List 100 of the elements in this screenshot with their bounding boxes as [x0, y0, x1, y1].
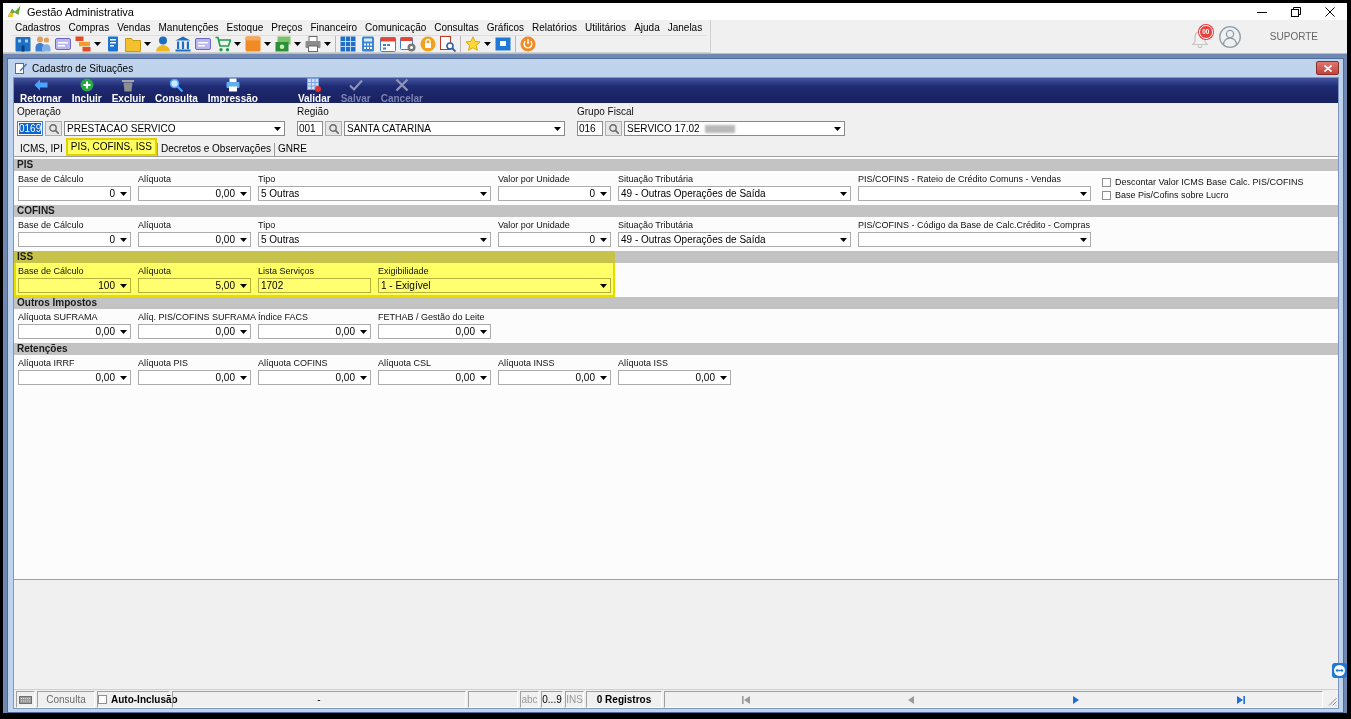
menu-item[interactable]: Cadastros [11, 21, 65, 35]
menu-item[interactable]: Ajuda [630, 21, 664, 35]
calculator-icon[interactable] [360, 35, 376, 52]
double-arrow-icon[interactable] [1332, 663, 1347, 678]
search-button[interactable] [45, 121, 62, 136]
card-icon[interactable] [195, 35, 211, 52]
checkbox[interactable] [1102, 177, 1111, 187]
cross-icon [394, 77, 409, 92]
validate-button[interactable]: Validar [292, 78, 336, 103]
query-button[interactable]: Consulta [150, 78, 203, 103]
printer-icon[interactable] [305, 35, 321, 52]
select-field[interactable]: 1 - Exigível [378, 278, 611, 293]
return-button[interactable]: Retornar [15, 78, 67, 103]
skip-forward-icon[interactable] [1236, 695, 1245, 704]
star-icon[interactable] [465, 35, 481, 52]
menu-item[interactable]: Vendas [113, 21, 155, 35]
number-field[interactable]: 0,00 [258, 324, 371, 339]
bank-icon[interactable] [175, 35, 191, 52]
menu-item[interactable]: Estoque [222, 21, 268, 35]
document-search-icon[interactable] [440, 35, 456, 52]
money-icon[interactable] [275, 35, 291, 52]
number-field[interactable]: 0,00 [258, 370, 371, 385]
calendar-icon[interactable] [380, 35, 396, 52]
checkbox[interactable] [98, 695, 107, 704]
caret-icon[interactable] [294, 41, 301, 46]
number-field[interactable]: 0,00 [18, 370, 131, 385]
close-icon[interactable] [1325, 6, 1335, 17]
number-field[interactable]: 100 [18, 278, 131, 293]
card-icon[interactable] [55, 35, 71, 52]
search-button[interactable] [605, 121, 622, 136]
delete-button[interactable]: Excluir [106, 78, 151, 103]
people-icon[interactable] [35, 35, 51, 52]
tab[interactable]: PIS, COFINS, ISS [65, 138, 157, 156]
caret-icon[interactable] [144, 41, 151, 46]
number-field[interactable]: 0,00 [378, 370, 491, 385]
select-field[interactable]: SANTA CATARINA [344, 121, 565, 136]
select-field[interactable]: 5 Outras [258, 186, 491, 201]
user-icon[interactable] [155, 35, 171, 52]
menu-item[interactable]: Gráficos [482, 21, 528, 35]
add-button[interactable]: Incluir [66, 78, 107, 103]
number-field[interactable]: 0 [498, 232, 611, 247]
window-icon[interactable] [495, 35, 511, 52]
user-avatar-icon [1218, 25, 1241, 48]
code-field[interactable]: 0169 [17, 121, 43, 136]
caret-icon[interactable] [234, 41, 241, 46]
menu-item[interactable]: Compras [64, 21, 114, 35]
select-field[interactable]: PRESTACAO SERVICO [64, 121, 285, 136]
menu-item[interactable]: Financeiro [306, 21, 362, 35]
checkbox[interactable] [1102, 190, 1111, 200]
number-field[interactable]: 0,00 [138, 324, 251, 339]
select-field[interactable] [858, 232, 1091, 247]
number-field[interactable]: 0,00 [498, 370, 611, 385]
number-field[interactable]: 5,00 [138, 278, 251, 293]
menu-item[interactable]: Consultas [430, 21, 483, 35]
print-button[interactable]: Impressão [202, 78, 263, 103]
status-indicator: 0...9 [541, 691, 563, 708]
code-field[interactable]: 016 [577, 121, 603, 136]
power-icon[interactable] [520, 35, 536, 52]
caret-icon [600, 375, 607, 380]
table-icon[interactable] [340, 35, 356, 52]
text-field[interactable]: 1702 [258, 278, 371, 293]
number-field[interactable]: 0 [18, 186, 131, 201]
close-button[interactable] [1316, 61, 1339, 75]
triangle-right-icon[interactable] [1072, 695, 1079, 704]
caret-icon [834, 126, 841, 131]
number-field[interactable]: 0 [18, 232, 131, 247]
caret-icon[interactable] [324, 41, 331, 46]
caret-icon[interactable] [94, 41, 101, 46]
number-field[interactable]: 0,00 [618, 370, 731, 385]
calendar-gear-icon[interactable] [400, 35, 416, 52]
select-field[interactable]: 5 Outras [258, 232, 491, 247]
number-field[interactable]: 0,00 [138, 370, 251, 385]
menu-item[interactable]: Janelas [663, 21, 707, 35]
menu-item[interactable]: Manutenções [154, 21, 223, 35]
caret-icon[interactable] [484, 41, 491, 46]
code-field[interactable]: 001 [297, 121, 323, 136]
menu-item[interactable]: Comunicação [361, 21, 431, 35]
select-field[interactable]: 49 - Outras Operações de Saída [618, 186, 851, 201]
caret-icon[interactable] [264, 41, 271, 46]
tab[interactable]: ICMS, IPI [17, 143, 66, 156]
select-field[interactable]: 49 - Outras Operações de Saída [618, 232, 851, 247]
document-icon[interactable] [105, 35, 121, 52]
list-icon[interactable] [75, 35, 91, 52]
resize-grip-icon [1328, 697, 1337, 706]
caret-icon [120, 191, 127, 196]
caret-icon [120, 283, 127, 288]
number-field[interactable]: 0,00 [138, 186, 251, 201]
number-field[interactable]: 0 [498, 186, 611, 201]
number-field[interactable]: 0,00 [138, 232, 251, 247]
building-icon[interactable] [15, 35, 31, 52]
search-button[interactable] [325, 121, 342, 136]
number-field[interactable]: 0,00 [18, 324, 131, 339]
restore-icon[interactable] [1291, 6, 1301, 17]
menu-item[interactable]: Preços [267, 21, 307, 35]
menu-item[interactable]: Relatórios [527, 21, 581, 35]
user-name[interactable]: SUPORTE [1269, 31, 1318, 42]
select-field[interactable]: SERVICO 17.02 [624, 121, 845, 136]
number-field[interactable]: 0,00 [378, 324, 491, 339]
menu-item[interactable]: Utilitários [581, 21, 631, 35]
select-field[interactable] [858, 186, 1091, 201]
